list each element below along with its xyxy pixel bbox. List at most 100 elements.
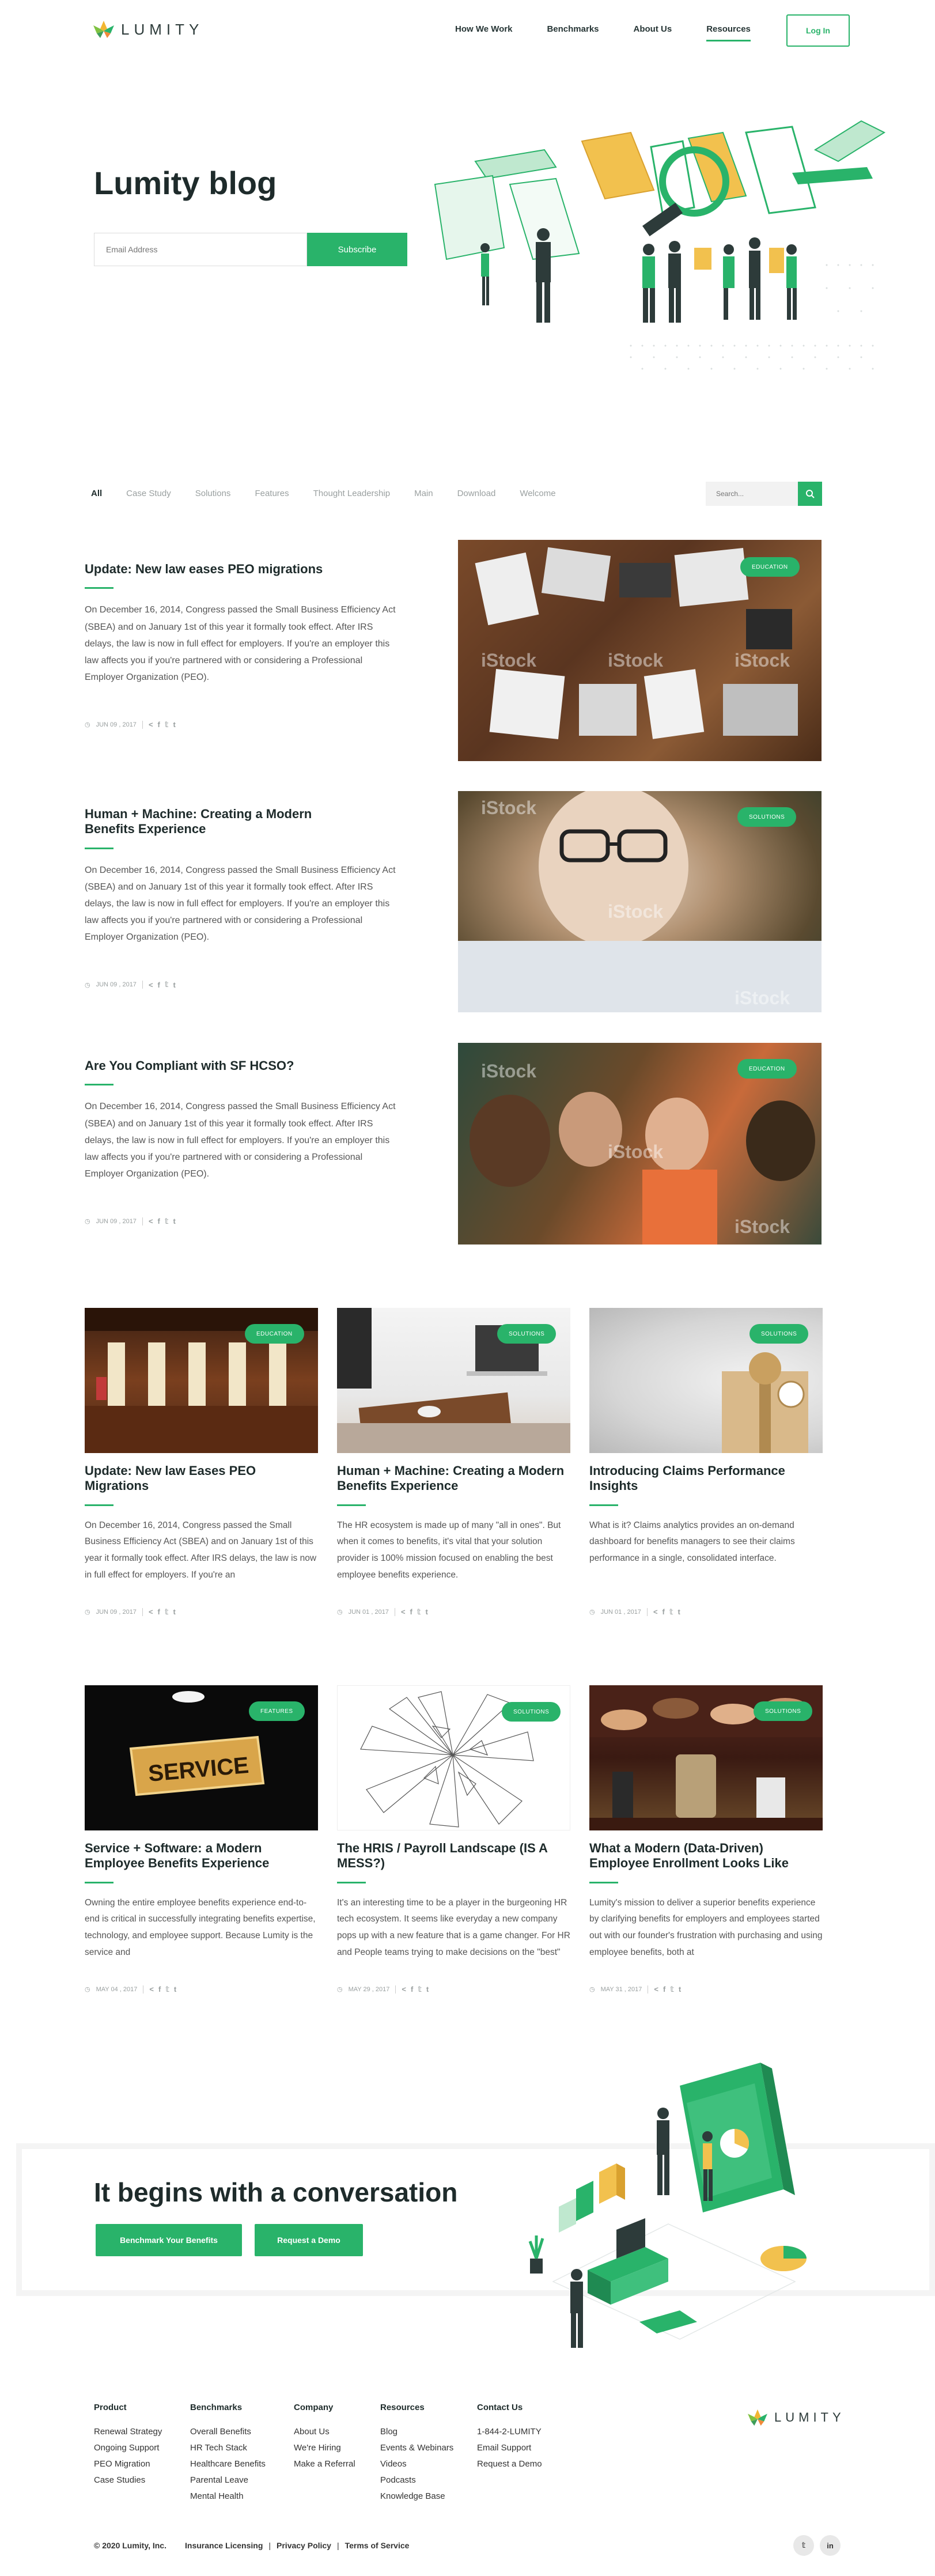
category-tag[interactable]: EDUCATION	[740, 557, 800, 577]
twitter-icon[interactable]: 𝕥	[165, 1985, 169, 1994]
subscribe-button[interactable]: Subscribe	[307, 233, 407, 266]
share-icon[interactable]: <	[149, 1607, 153, 1616]
card-image-gift[interactable]: SOLUTIONS	[589, 1308, 823, 1453]
card-title[interactable]: Update: New law Eases PEO Migrations	[85, 1463, 318, 1494]
nav-about-us[interactable]: About Us	[634, 23, 672, 41]
facebook-icon[interactable]: f	[411, 1985, 413, 1994]
footer-link[interactable]: Podcasts	[380, 2472, 453, 2488]
benchmark-button[interactable]: Benchmark Your Benefits	[96, 2224, 242, 2256]
share-icon[interactable]: <	[149, 1985, 154, 1994]
tumblr-icon[interactable]: t	[173, 1607, 175, 1616]
post-card[interactable]: Introducing Claims Performance Insights …	[589, 1463, 823, 1617]
footer-link[interactable]: Videos	[380, 2456, 453, 2472]
footer-link[interactable]: We're Hiring	[294, 2440, 355, 2456]
footer-link[interactable]: Ongoing Support	[94, 2440, 162, 2456]
share-icon[interactable]: <	[149, 1217, 153, 1225]
share-icon[interactable]: <	[654, 1985, 658, 1994]
category-tag[interactable]: FEATURES	[249, 1701, 305, 1721]
post-card[interactable]: Service + Software: a Modern Employee Be…	[85, 1841, 318, 1994]
post-card[interactable]: The HRIS / Payroll Landscape (IS A MESS?…	[337, 1841, 570, 1994]
share-icon[interactable]: <	[149, 720, 153, 729]
card-image-laptop[interactable]: SOLUTIONS	[337, 1308, 570, 1453]
facebook-icon[interactable]: f	[158, 1217, 160, 1225]
filter-features[interactable]: Features	[255, 489, 289, 498]
tumblr-icon[interactable]: t	[173, 981, 175, 989]
card-image-courtroom[interactable]: EDUCATION	[85, 1308, 318, 1453]
featured-post[interactable]: Are You Compliant with SF HCSO? On Decem…	[85, 1058, 396, 1226]
post-image-desk[interactable]: iStock iStock iStock EDUCATION	[458, 540, 822, 761]
twitter-icon[interactable]: 𝕥	[793, 2535, 814, 2556]
tumblr-icon[interactable]: t	[677, 1607, 680, 1616]
card-image-shatter[interactable]: SOLUTIONS	[337, 1685, 570, 1830]
category-tag[interactable]: SOLUTIONS	[749, 1324, 809, 1344]
footer-link[interactable]: Healthcare Benefits	[190, 2456, 266, 2472]
footer-link[interactable]: Events & Webinars	[380, 2440, 453, 2456]
linkedin-icon[interactable]: in	[820, 2535, 841, 2556]
login-button[interactable]: Log In	[786, 14, 850, 47]
twitter-icon[interactable]: 𝕥	[417, 1607, 421, 1617]
footer-link[interactable]: Knowledge Base	[380, 2488, 453, 2505]
tumblr-icon[interactable]: t	[679, 1985, 681, 1994]
footer-link[interactable]: Request a Demo	[477, 2456, 542, 2472]
post-card[interactable]: Update: New law Eases PEO Migrations On …	[85, 1463, 318, 1617]
tumblr-icon[interactable]: t	[425, 1607, 427, 1616]
facebook-icon[interactable]: f	[158, 981, 160, 989]
post-title[interactable]: Update: New law eases PEO migrations	[85, 562, 396, 577]
category-tag[interactable]: EDUCATION	[245, 1324, 304, 1344]
share-icon[interactable]: <	[401, 1607, 406, 1616]
filter-welcome[interactable]: Welcome	[520, 489, 555, 498]
footer-link[interactable]: Mental Health	[190, 2488, 266, 2505]
footer-link[interactable]: Case Studies	[94, 2472, 162, 2488]
nav-how-we-work[interactable]: How We Work	[455, 23, 512, 41]
twitter-icon[interactable]: 𝕥	[418, 1985, 422, 1994]
request-demo-button[interactable]: Request a Demo	[255, 2224, 363, 2256]
twitter-icon[interactable]: 𝕥	[165, 980, 169, 989]
facebook-icon[interactable]: f	[158, 1985, 161, 1994]
featured-post[interactable]: Update: New law eases PEO migrations On …	[85, 562, 396, 729]
email-field[interactable]	[94, 233, 307, 266]
card-title[interactable]: What a Modern (Data-Driven) Employee Enr…	[589, 1841, 823, 1871]
facebook-icon[interactable]: f	[663, 1985, 665, 1994]
footer-logo[interactable]: LUMITY	[747, 2408, 845, 2427]
post-title[interactable]: Human + Machine: Creating a Modern Benef…	[85, 807, 327, 837]
footer-link[interactable]: Overall Benefits	[190, 2424, 266, 2440]
filter-solutions[interactable]: Solutions	[195, 489, 231, 498]
tumblr-icon[interactable]: t	[426, 1985, 429, 1994]
post-title[interactable]: Are You Compliant with SF HCSO?	[85, 1058, 396, 1073]
footer-link[interactable]: Renewal Strategy	[94, 2424, 162, 2440]
category-tag[interactable]: SOLUTIONS	[737, 807, 797, 827]
post-card[interactable]: What a Modern (Data-Driven) Employee Enr…	[589, 1841, 823, 1994]
footer-link[interactable]: Blog	[380, 2424, 453, 2440]
category-tag[interactable]: SOLUTIONS	[502, 1702, 561, 1722]
footer-link[interactable]: HR Tech Stack	[190, 2440, 266, 2456]
card-image-service-sign[interactable]: SERVICE FEATURES	[85, 1685, 318, 1830]
search-button[interactable]	[798, 482, 822, 506]
category-tag[interactable]: SOLUTIONS	[497, 1324, 557, 1344]
filter-thought-leadership[interactable]: Thought Leadership	[313, 489, 390, 498]
share-icon[interactable]: <	[149, 981, 153, 989]
tumblr-icon[interactable]: t	[174, 1985, 176, 1994]
nav-resources[interactable]: Resources	[706, 23, 751, 41]
share-icon[interactable]: <	[653, 1607, 658, 1616]
category-tag[interactable]: EDUCATION	[737, 1059, 797, 1079]
footer-link[interactable]: PEO Migration	[94, 2456, 162, 2472]
search-input[interactable]	[706, 482, 798, 506]
featured-post[interactable]: Human + Machine: Creating a Modern Benef…	[85, 807, 396, 989]
twitter-icon[interactable]: 𝕥	[669, 1607, 673, 1617]
filter-case-study[interactable]: Case Study	[126, 489, 171, 498]
footer-link[interactable]: Parental Leave	[190, 2472, 266, 2488]
category-tag[interactable]: SOLUTIONS	[754, 1701, 813, 1721]
facebook-icon[interactable]: f	[158, 720, 160, 729]
card-image-teamwork[interactable]: SOLUTIONS	[589, 1685, 823, 1830]
twitter-icon[interactable]: 𝕥	[165, 1217, 169, 1226]
legal-link-terms[interactable]: Terms of Service	[345, 2541, 410, 2550]
filter-main[interactable]: Main	[414, 489, 433, 498]
footer-link[interactable]: About Us	[294, 2424, 355, 2440]
twitter-icon[interactable]: 𝕥	[670, 1985, 674, 1994]
card-title[interactable]: Introducing Claims Performance Insights	[589, 1463, 823, 1494]
card-title[interactable]: Human + Machine: Creating a Modern Benef…	[337, 1463, 570, 1494]
lumity-logo[interactable]: LUMITY	[92, 20, 203, 39]
card-title[interactable]: Service + Software: a Modern Employee Be…	[85, 1841, 318, 1871]
legal-link-licensing[interactable]: Insurance Licensing	[185, 2541, 263, 2550]
facebook-icon[interactable]: f	[410, 1607, 412, 1616]
